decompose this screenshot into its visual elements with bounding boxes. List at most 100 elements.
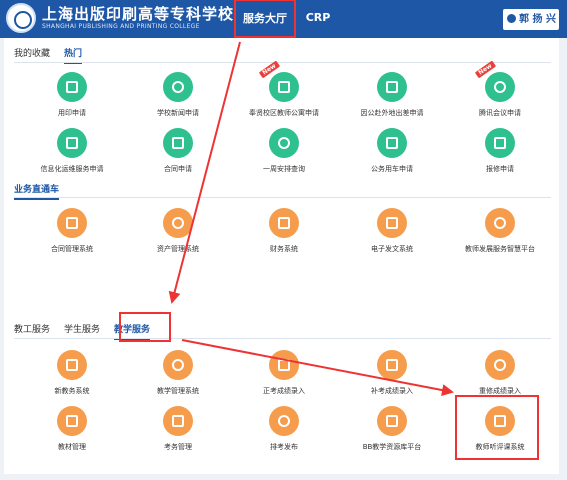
service-label: 公务用车申请 xyxy=(371,165,413,173)
service-icon xyxy=(57,406,87,436)
service-label: 信息化运维服务申请 xyxy=(40,165,104,173)
service-item[interactable]: 电子发文系统 xyxy=(338,208,446,254)
page: 上海出版印刷高等专科学校 SHANGHAI PUBLISHING AND PRI… xyxy=(0,0,567,480)
service-item[interactable]: 补考成绩录入 xyxy=(338,350,446,396)
service-label: 教材管理 xyxy=(58,443,86,451)
service-icon: New xyxy=(474,60,515,102)
divider xyxy=(14,338,551,339)
school-name-en: SHANGHAI PUBLISHING AND PRINTING COLLEGE xyxy=(42,23,200,30)
glyph-icon xyxy=(278,217,290,229)
glyph-icon xyxy=(386,359,398,371)
glyph-icon xyxy=(172,359,184,371)
service-label: 教师发展服务智慧平台 xyxy=(465,245,535,253)
glyph-icon xyxy=(172,415,184,427)
service-icon xyxy=(163,72,193,102)
service-item[interactable]: 用印申请 xyxy=(18,72,126,118)
user-name: 郭 扬 兴 xyxy=(519,14,556,25)
service-label: 资产管理系统 xyxy=(157,245,199,253)
service-icon xyxy=(269,406,299,436)
service-label: 奉贤校区教师公寓申请 xyxy=(249,109,319,117)
service-item[interactable]: 学校新闻申请 xyxy=(124,72,232,118)
glyph-icon xyxy=(386,137,398,149)
service-item[interactable]: 合同申请 xyxy=(124,128,232,174)
service-item[interactable]: 信息化运维服务申请 xyxy=(18,128,126,174)
content-panel: 我的收藏 热门 用印申请 学校新闻申请 New 奉贤校区教师公寓申请 因公赴外地出差申请… xyxy=(4,38,559,474)
service-label: 因公赴外地出差申请 xyxy=(360,109,424,117)
glyph-icon xyxy=(386,415,398,427)
service-item[interactable]: 教师发展服务智慧平台 xyxy=(446,208,554,254)
service-icon xyxy=(485,128,515,158)
glyph-icon xyxy=(66,81,78,93)
service-label: 一周安排查询 xyxy=(263,165,305,173)
service-item[interactable]: 财务系统 xyxy=(230,208,338,254)
glyph-icon xyxy=(278,81,290,93)
service-label: BB教学资源库平台 xyxy=(362,443,422,451)
nav-crp[interactable]: CRP xyxy=(300,0,336,38)
service-item[interactable]: 公务用车申请 xyxy=(338,128,446,174)
service-item[interactable]: 考务管理 xyxy=(124,406,232,452)
user-icon xyxy=(507,14,516,23)
service-item[interactable]: BB教学资源库平台 xyxy=(338,406,446,452)
glyph-icon xyxy=(278,137,290,149)
service-label: 电子发文系统 xyxy=(371,245,413,253)
service-icon xyxy=(269,350,299,380)
glyph-icon xyxy=(66,359,78,371)
service-icon xyxy=(377,406,407,436)
glyph-icon xyxy=(494,217,506,229)
glyph-icon xyxy=(66,217,78,229)
service-label: 腾讯会议申请 xyxy=(479,109,521,117)
teaching-tab-highlight xyxy=(119,312,171,342)
glyph-icon xyxy=(494,81,506,93)
service-label: 排考发布 xyxy=(270,443,298,451)
glyph-icon xyxy=(278,359,290,371)
glyph-icon xyxy=(494,137,506,149)
school-logo-icon xyxy=(6,3,36,33)
service-label: 补考成绩录入 xyxy=(371,387,413,395)
service-label: 考务管理 xyxy=(164,443,192,451)
service-item[interactable]: 排考发布 xyxy=(230,406,338,452)
service-icon xyxy=(57,208,87,238)
service-icon xyxy=(57,72,87,102)
service-icon xyxy=(485,208,515,238)
glyph-icon xyxy=(172,137,184,149)
glyph-icon xyxy=(494,359,506,371)
service-item[interactable]: 报修申请 xyxy=(446,128,554,174)
new-badge: New xyxy=(258,60,280,79)
service-item[interactable]: New 奉贤校区教师公寓申请 xyxy=(230,60,338,118)
divider xyxy=(14,197,551,198)
service-icon xyxy=(485,350,515,380)
service-icon xyxy=(269,208,299,238)
service-item[interactable]: 教材管理 xyxy=(18,406,126,452)
glyph-icon xyxy=(386,217,398,229)
service-item[interactable]: 因公赴外地出差申请 xyxy=(338,72,446,118)
service-icon xyxy=(163,128,193,158)
service-icon xyxy=(57,128,87,158)
service-label: 学校新闻申请 xyxy=(157,109,199,117)
service-icon xyxy=(163,350,193,380)
service-label: 财务系统 xyxy=(270,245,298,253)
service-icon xyxy=(377,350,407,380)
service-label: 新教务系统 xyxy=(54,387,90,395)
service-icon xyxy=(269,128,299,158)
service-item[interactable]: 新教务系统 xyxy=(18,350,126,396)
user-menu-button[interactable]: 郭 扬 兴 xyxy=(503,9,559,30)
service-label: 报修申请 xyxy=(486,165,514,173)
service-item[interactable]: 资产管理系统 xyxy=(124,208,232,254)
service-icon: New xyxy=(258,60,299,102)
service-item[interactable]: 一周安排查询 xyxy=(230,128,338,174)
nav-service-hall[interactable]: 服务大厅 xyxy=(234,0,296,38)
service-icon xyxy=(57,350,87,380)
glyph-icon xyxy=(66,415,78,427)
service-item[interactable]: 教学管理系统 xyxy=(124,350,232,396)
glyph-icon xyxy=(386,81,398,93)
service-label: 合同管理系统 xyxy=(51,245,93,253)
service-label: 教学管理系统 xyxy=(157,387,199,395)
evaluation-highlight xyxy=(455,395,539,460)
service-item[interactable]: 重修成绩录入 xyxy=(446,350,554,396)
school-name-cn: 上海出版印刷高等专科学校 xyxy=(42,5,235,23)
service-item[interactable]: 合同管理系统 xyxy=(18,208,126,254)
service-icon xyxy=(163,406,193,436)
service-item[interactable]: New 腾讯会议申请 xyxy=(446,60,554,118)
service-item[interactable]: 正考成绩录入 xyxy=(230,350,338,396)
service-icon xyxy=(163,208,193,238)
